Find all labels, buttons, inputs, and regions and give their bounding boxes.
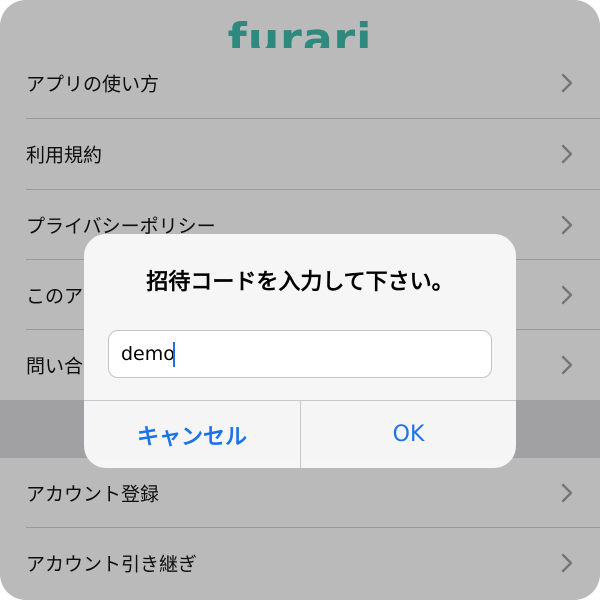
invite-code-dialog: 招待コードを入力して下さい。 キャンセル OK bbox=[84, 234, 516, 468]
dialog-title: 招待コードを入力して下さい。 bbox=[146, 270, 454, 295]
ok-button[interactable]: OK bbox=[301, 401, 516, 468]
settings-screen: furari アプリの使い方 利用規約 プライバシーポリシー このア 問い合 ア… bbox=[0, 0, 600, 600]
text-cursor bbox=[173, 342, 175, 367]
cancel-button[interactable]: キャンセル bbox=[84, 401, 300, 468]
invite-code-input[interactable] bbox=[108, 330, 492, 378]
